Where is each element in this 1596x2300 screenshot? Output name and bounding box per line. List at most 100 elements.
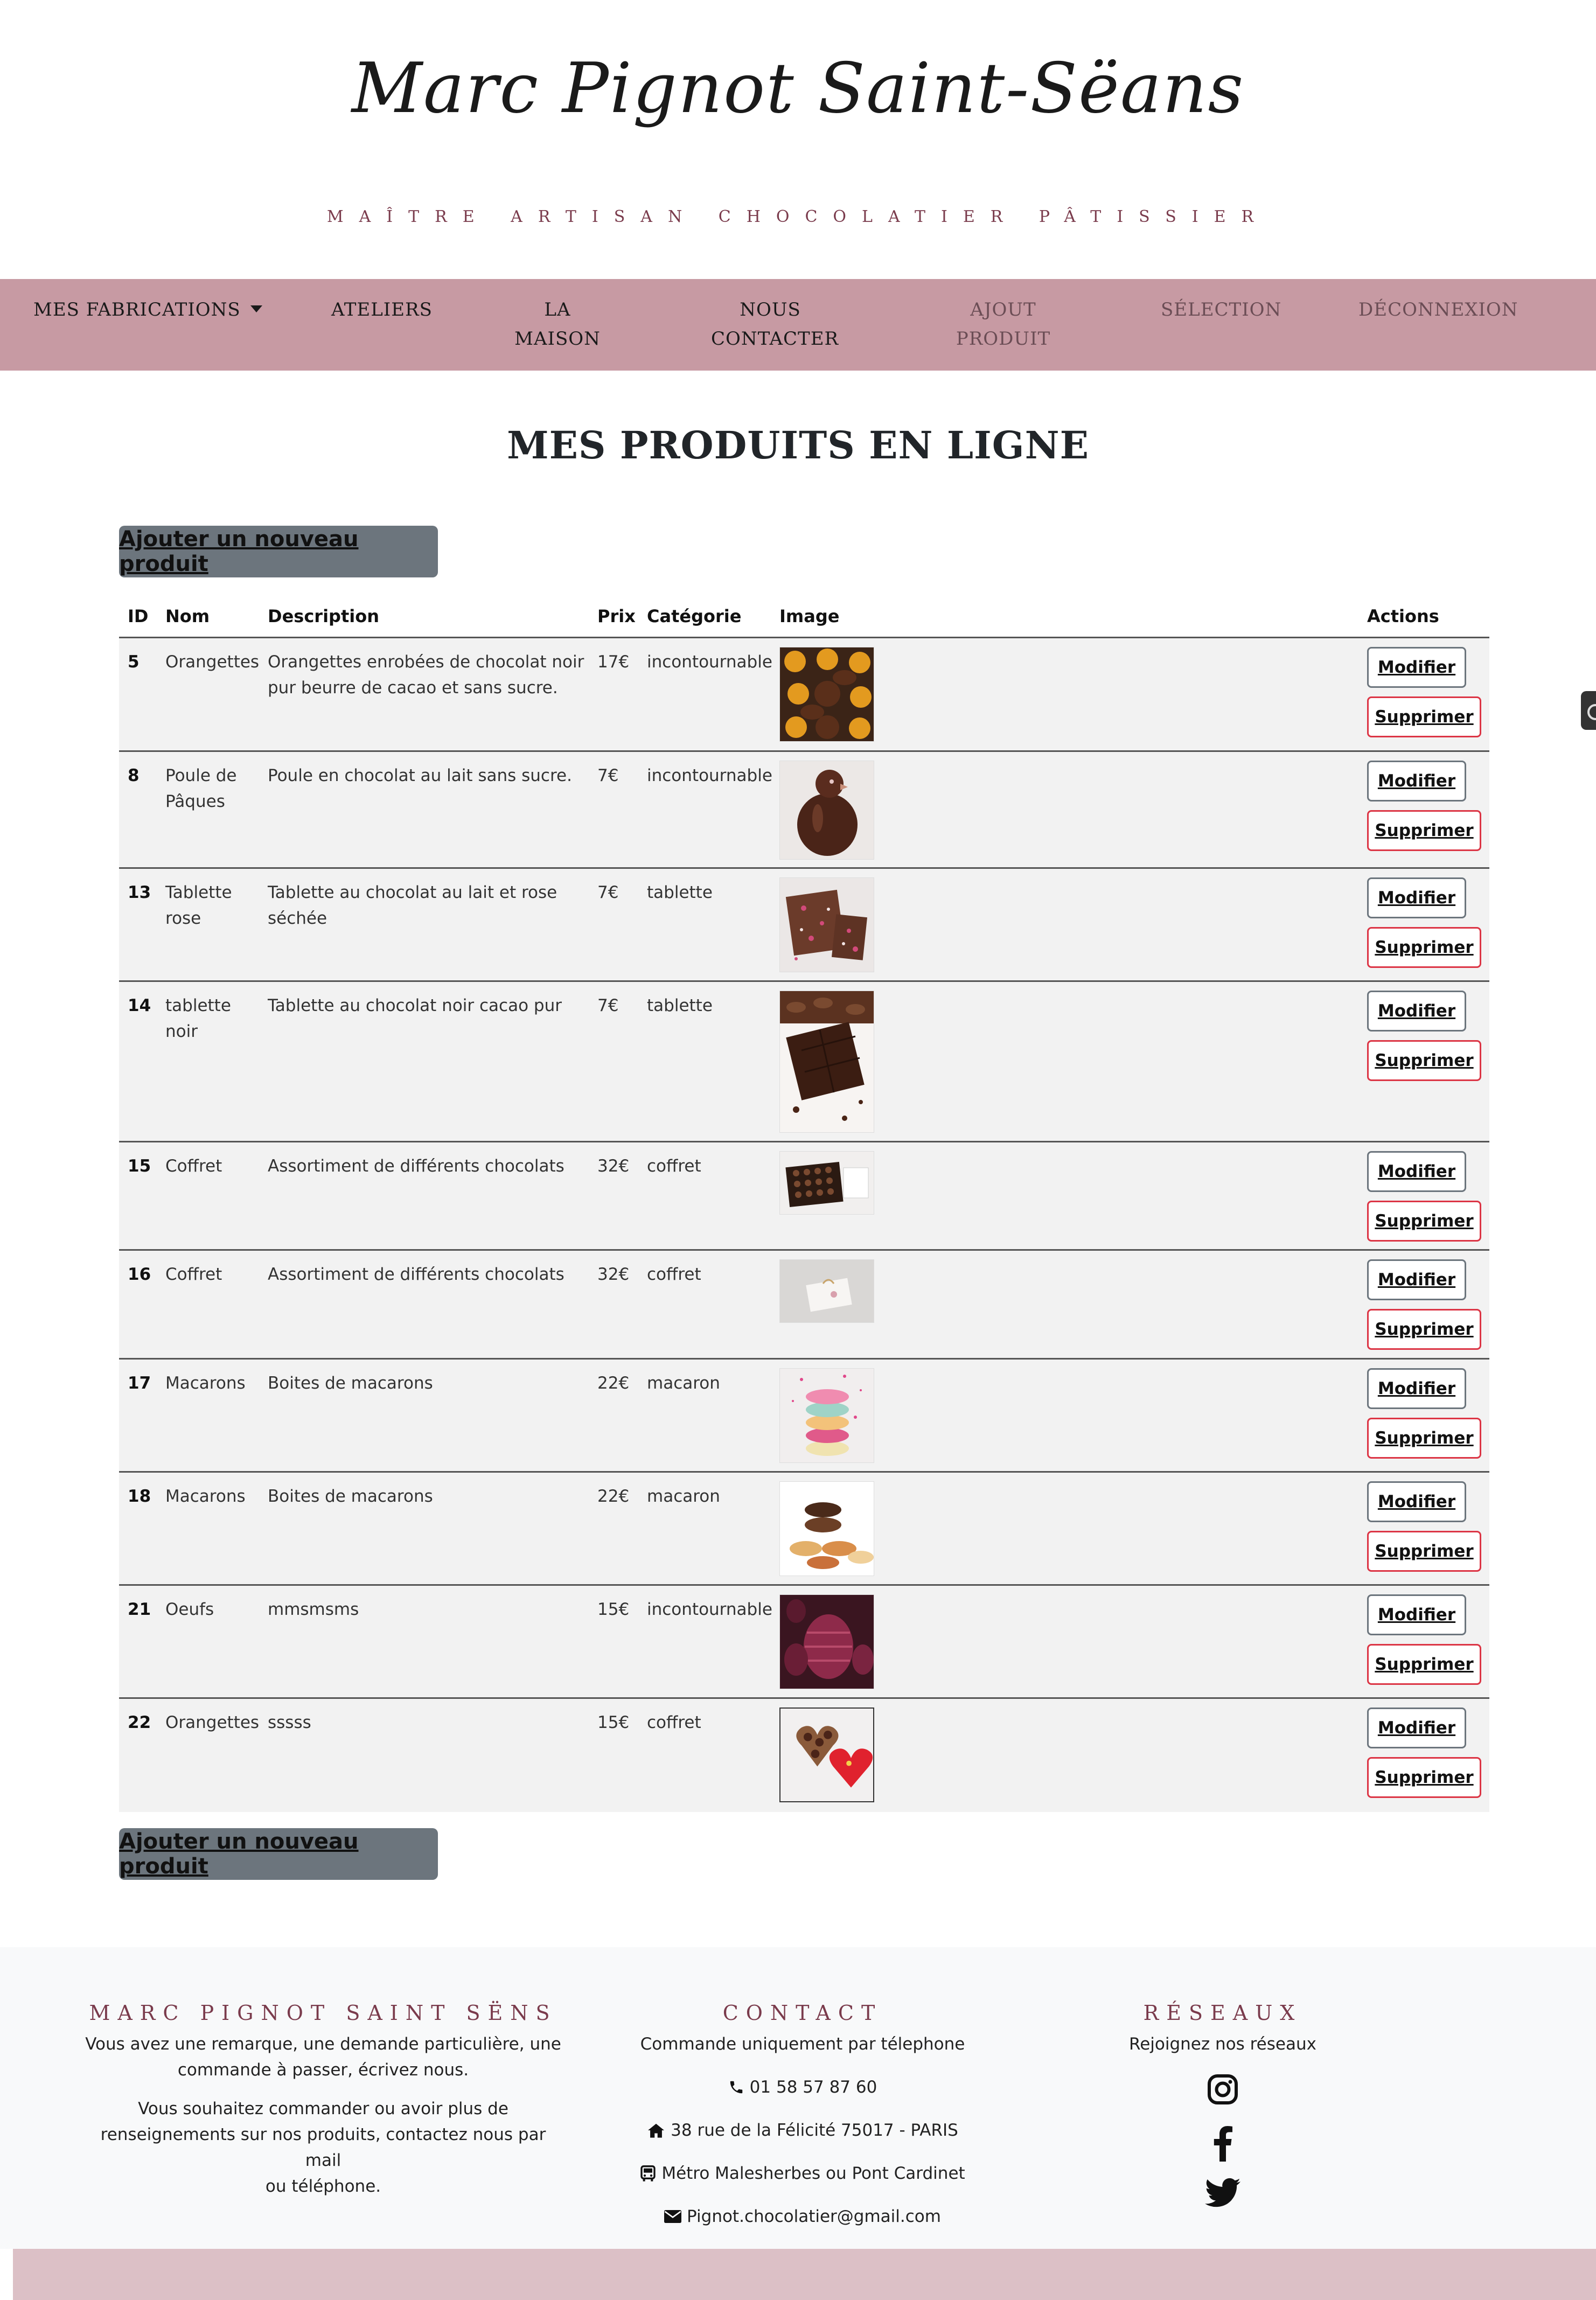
home-icon (648, 2123, 665, 2138)
delete-button[interactable]: Supprimer (1367, 1309, 1481, 1350)
nav-item-deconnexion[interactable]: DÉCONNEXION (1358, 295, 1518, 324)
nav-item-nous-contacter[interactable]: NOUS CONTACTER (711, 295, 838, 353)
footer-phone[interactable]: 01 58 57 87 60 (750, 2074, 877, 2100)
modify-button[interactable]: Modifier (1367, 1151, 1466, 1192)
column-header-actions: Actions (1367, 606, 1439, 626)
cell-description: Assortiment de différents chocolats (268, 1265, 564, 1284)
brand-tagline: MAÎTRE ARTISAN CHOCOLATIER PÂTISSIER (326, 207, 1270, 226)
cell-description: Tablette au chocolat noir cacao pur (268, 996, 562, 1015)
table-row: 16 Coffret Assortiment de différents cho… (119, 1251, 1489, 1360)
delete-button[interactable]: Supprimer (1367, 1531, 1481, 1572)
settings-side-tab[interactable] (1581, 691, 1596, 730)
cell-id: 22 (128, 1713, 151, 1732)
chocolate-box-photo (779, 1151, 874, 1215)
cell-nom: tablette noir (165, 996, 231, 1041)
twitter-icon[interactable] (1205, 2178, 1240, 2208)
cell-categorie: coffret (647, 1265, 701, 1284)
cell-prix: 17€ (597, 652, 630, 672)
chocolate-hen-photo (779, 761, 874, 860)
add-product-button-bottom[interactable]: Ajouter un nouveau produit (119, 1828, 438, 1880)
footer-social: RÉSEAUX Rejoignez nos réseaux (1040, 1947, 1406, 2208)
modify-button[interactable]: Modifier (1367, 1368, 1466, 1409)
cell-categorie: incontournable (647, 1600, 772, 1619)
footer-heading-contact: CONTACT (722, 2001, 883, 2025)
cell-categorie: coffret (647, 1713, 701, 1732)
main-navbar: MES FABRICATIONS ATELIERS LA MAISON NOUS… (0, 279, 1596, 371)
cell-prix: 7€ (597, 883, 619, 902)
cell-prix: 22€ (597, 1374, 630, 1393)
footer-email[interactable]: Pignot.chocolatier@gmail.com (687, 2204, 941, 2229)
dark-bar-photo (779, 991, 874, 1133)
cell-prix: 22€ (597, 1487, 630, 1506)
cell-nom: Coffret (165, 1156, 222, 1176)
nav-item-label: PRODUIT (956, 328, 1051, 350)
delete-button[interactable]: Supprimer (1367, 696, 1481, 737)
cell-categorie: macaron (647, 1374, 720, 1393)
modify-button[interactable]: Modifier (1367, 991, 1466, 1031)
modify-button[interactable]: Modifier (1367, 1481, 1466, 1522)
instagram-icon[interactable] (1207, 2073, 1239, 2106)
column-header-categorie: Catégorie (647, 606, 742, 626)
cell-nom: Macarons (165, 1487, 246, 1506)
delete-button[interactable]: Supprimer (1367, 927, 1481, 968)
delete-button[interactable]: Supprimer (1367, 1644, 1481, 1685)
nav-item-label: NOUS (740, 299, 801, 320)
cell-id: 16 (128, 1265, 151, 1284)
modify-button[interactable]: Modifier (1367, 1259, 1466, 1300)
cell-id: 21 (128, 1600, 151, 1619)
add-product-button-top[interactable]: Ajouter un nouveau produit (119, 526, 438, 577)
chocolate-eggs-photo (779, 1594, 874, 1689)
table-row: 8 Poule de Pâques Poule en chocolat au la… (119, 752, 1489, 869)
modify-button[interactable]: Modifier (1367, 761, 1466, 801)
table-header: ID Nom Description Prix Catégorie Image … (119, 595, 1489, 638)
cell-prix: 7€ (597, 766, 619, 785)
column-header-prix: Prix (597, 606, 636, 626)
delete-button[interactable]: Supprimer (1367, 1757, 1481, 1798)
table-row: 18 Macarons Boites de macarons 22€ macar… (119, 1473, 1489, 1586)
footer: MARC PIGNOT SAINT SËNS Vous avez une rem… (0, 1947, 1596, 2249)
nav-item-ajout-produit[interactable]: AJOUT PRODUIT (953, 295, 1053, 353)
cell-id: 13 (128, 883, 151, 902)
cell-nom: Macarons (165, 1374, 246, 1393)
delete-button[interactable]: Supprimer (1367, 1201, 1481, 1242)
facebook-icon[interactable] (1212, 2126, 1233, 2162)
modify-button[interactable]: Modifier (1367, 1707, 1466, 1748)
cell-prix: 32€ (597, 1265, 630, 1284)
table-row: 14 tablette noir Tablette au chocolat noi… (119, 982, 1489, 1142)
cell-prix: 7€ (597, 996, 619, 1015)
footer-bottom-bar (13, 2249, 1596, 2300)
phone-icon (730, 2081, 742, 2094)
table-row: 21 Oeufs mmsmsms 15€ incontournable Modi… (119, 1586, 1489, 1699)
orangettes-photo (779, 647, 874, 742)
delete-button[interactable]: Supprimer (1367, 1418, 1481, 1459)
column-header-id: ID (128, 606, 149, 626)
modify-button[interactable]: Modifier (1367, 647, 1466, 688)
cell-nom: Orangettes (165, 1713, 260, 1732)
delete-button[interactable]: Supprimer (1367, 810, 1481, 851)
nav-item-la-maison[interactable]: LA MAISON (514, 295, 601, 353)
footer-address: 38 rue de la Félicité 75017 - PARIS (671, 2121, 958, 2140)
brand-logo[interactable]: Marc Pignot Saint-Sëans (0, 48, 1596, 129)
column-header-description: Description (268, 606, 379, 626)
macaron-stack-photo (779, 1368, 874, 1463)
nav-item-ateliers[interactable]: ATELIERS (331, 295, 433, 324)
nav-item-mes-fabrications[interactable]: MES FABRICATIONS (33, 295, 262, 324)
rose-bar-photo (779, 877, 874, 972)
page-title: MES PRODUITS EN LIGNE (507, 423, 1089, 468)
cell-description: Boites de macarons (268, 1487, 433, 1506)
cell-id: 18 (128, 1487, 151, 1506)
envelope-icon (664, 2210, 682, 2223)
cell-categorie: macaron (647, 1487, 720, 1506)
footer-heading-brand: MARC PIGNOT SAINT SËNS (89, 2001, 557, 2025)
modify-button[interactable]: Modifier (1367, 877, 1466, 918)
table-row: 22 Orangettes sssss 15€ coffret Modifier… (119, 1699, 1489, 1812)
cell-categorie: tablette (647, 996, 713, 1015)
cell-nom: Oeufs (165, 1600, 214, 1619)
nav-item-selection[interactable]: SÉLECTION (1161, 295, 1281, 324)
nav-item-label: MES FABRICATIONS (33, 299, 241, 320)
table-row: 5 Orangettes Orangettes enrobées de choc… (119, 638, 1489, 752)
delete-button[interactable]: Supprimer (1367, 1040, 1481, 1081)
modify-button[interactable]: Modifier (1367, 1594, 1466, 1635)
cell-categorie: incontournable (647, 652, 772, 672)
table-row: 15 Coffret Assortiment de différents cho… (119, 1142, 1489, 1251)
